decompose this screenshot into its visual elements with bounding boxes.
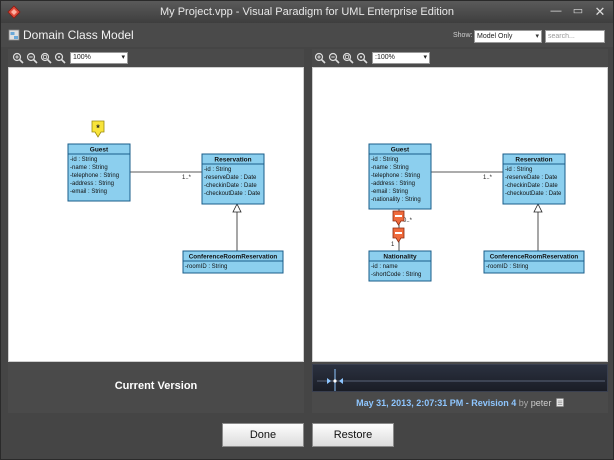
class-attribute: -roomID : String <box>185 264 227 270</box>
class-attribute: -id : String <box>204 167 231 173</box>
zoom-actual-icon[interactable] <box>356 52 368 64</box>
chevron-down-icon: ▾ <box>121 54 125 61</box>
zoom-toolbar-right: :100% ▾ <box>312 49 608 67</box>
diagram-canvas-right[interactable]: 1..* 0..* 1 Guest -id : String -name : S… <box>312 67 608 362</box>
multiplicity-label: 0..* <box>403 218 413 224</box>
zoom-fit-icon[interactable] <box>342 52 354 64</box>
revision-by-label: by <box>518 398 529 408</box>
class-attribute: -reserveDate : Date <box>505 175 558 181</box>
done-button[interactable]: Done <box>222 423 304 447</box>
current-version-footer: Current Version <box>8 362 304 413</box>
class-attribute: -id : String <box>505 167 532 173</box>
zoom-actual-icon[interactable] <box>54 52 66 64</box>
multiplicity-label: 1 <box>391 242 395 248</box>
class-conference-room-reservation[interactable]: ConferenceRoomReservation -roomID : Stri… <box>182 250 284 274</box>
change-marker-icon[interactable] <box>392 227 405 243</box>
dialog-header: Domain Class Model Show: Model Only ▾ <box>1 23 613 47</box>
class-attribute: -id : String <box>70 157 97 163</box>
class-name: ConferenceRoomReservation <box>490 254 579 261</box>
search-input[interactable] <box>545 30 605 43</box>
class-attribute: -id : name <box>371 264 398 270</box>
class-attribute: -reserveDate : Date <box>204 175 257 181</box>
class-attribute: -telephone : String <box>70 173 119 179</box>
generalization-arrow <box>232 203 242 213</box>
uml-diagram-left: 1..* Guest -id : String -name : String -… <box>67 120 284 274</box>
show-label: Show: <box>453 32 473 39</box>
revision-timeline[interactable] <box>312 364 608 392</box>
diagram-icon <box>8 29 20 41</box>
revision-footer: May 31, 2013, 2:07:31 PM - Revision 4 by… <box>312 362 608 413</box>
change-marker-icon[interactable]: * <box>91 120 105 138</box>
title-bar: My Project.vpp - Visual Paradigm for UML… <box>1 1 613 23</box>
timeline-track <box>317 369 605 391</box>
class-attribute: -address : String <box>371 181 415 187</box>
class-attribute: -id : String <box>371 157 398 163</box>
diagram-canvas-left[interactable]: 1..* Guest -id : String -name : String -… <box>8 67 304 362</box>
class-guest[interactable]: Guest -id : String -name : String -telep… <box>368 143 432 210</box>
multiplicity-label: 1..* <box>182 175 192 181</box>
class-reservation[interactable]: Reservation -id : String -reserveDate : … <box>502 153 566 205</box>
uml-diagram-right: 1..* 0..* 1 Guest -id : String -name : S… <box>368 143 585 282</box>
class-attribute: -address : String <box>70 181 114 187</box>
current-version-pane: 100% ▾ 1..* Guest -id : String -name : S… <box>8 49 304 413</box>
show-filter-value: Model Only <box>477 33 513 40</box>
class-attribute: -checkinDate : Date <box>204 183 257 189</box>
maximize-button[interactable]: ▭ <box>569 4 587 19</box>
zoom-select-left[interactable]: 100% ▾ <box>70 52 128 64</box>
zoom-in-icon[interactable] <box>12 52 24 64</box>
timeline-right-handle-icon[interactable] <box>339 378 343 384</box>
svg-text:*: * <box>96 123 100 133</box>
minimize-button[interactable]: — <box>547 4 565 19</box>
class-attribute: -email : String <box>70 189 107 195</box>
generalization-arrow <box>533 203 543 213</box>
chevron-down-icon: ▾ <box>535 33 539 40</box>
class-attribute: -email : String <box>371 189 408 195</box>
revision-info: May 31, 2013, 2:07:31 PM - Revision 4 by… <box>312 398 608 408</box>
class-name: Guest <box>90 147 109 154</box>
class-name: Guest <box>391 147 410 154</box>
class-attribute: -checkoutDate : Date <box>204 191 261 197</box>
chevron-down-icon: ▾ <box>423 54 427 61</box>
document-icon[interactable] <box>556 398 564 407</box>
app-window: My Project.vpp - Visual Paradigm for UML… <box>0 0 614 460</box>
class-attribute: -name : String <box>70 165 108 171</box>
class-attribute: -checkinDate : Date <box>505 183 558 189</box>
class-attribute: -roomID : String <box>486 264 528 270</box>
revision-date: May 31, 2013, 2:07:31 PM - Revision 4 <box>356 398 517 408</box>
zoom-toolbar-left: 100% ▾ <box>8 49 304 67</box>
close-button[interactable]: ✕ <box>591 4 609 19</box>
class-conference-room-reservation[interactable]: ConferenceRoomReservation -roomID : Stri… <box>483 250 585 274</box>
class-name: Reservation <box>214 157 251 164</box>
class-name: Nationality <box>383 254 417 261</box>
class-reservation[interactable]: Reservation -id : String -reserveDate : … <box>201 153 265 205</box>
class-attribute: -nationality : String <box>371 197 421 203</box>
zoom-out-icon[interactable] <box>26 52 38 64</box>
class-attribute: -shortCode : String <box>371 272 421 278</box>
page-title: Domain Class Model <box>23 28 134 42</box>
class-nationality[interactable]: Nationality -id : name -shortCode : Stri… <box>368 250 432 282</box>
timeline-left-handle-icon[interactable] <box>327 378 331 384</box>
visual-paradigm-icon <box>7 5 21 19</box>
zoom-value-left: 100% <box>73 54 91 61</box>
zoom-value-right: :100% <box>375 54 395 61</box>
revision-user: peter <box>530 398 552 408</box>
class-guest[interactable]: Guest -id : String -name : String -telep… <box>67 143 131 202</box>
zoom-select-right[interactable]: :100% ▾ <box>372 52 430 64</box>
class-attribute: -name : String <box>371 165 409 171</box>
class-name: ConferenceRoomReservation <box>189 254 278 261</box>
show-filter-select[interactable]: Model Only ▾ <box>474 30 542 43</box>
zoom-in-icon[interactable] <box>314 52 326 64</box>
zoom-fit-icon[interactable] <box>40 52 52 64</box>
class-attribute: -telephone : String <box>371 173 420 179</box>
revision-pane: :100% ▾ 1..* 0..* 1 Guest -id : String -… <box>312 49 608 413</box>
multiplicity-label: 1..* <box>483 175 493 181</box>
window-title: My Project.vpp - Visual Paradigm for UML… <box>159 6 455 18</box>
class-name: Reservation <box>515 157 552 164</box>
class-attribute: -checkoutDate : Date <box>505 191 562 197</box>
zoom-out-icon[interactable] <box>328 52 340 64</box>
restore-button[interactable]: Restore <box>312 423 394 447</box>
current-version-label: Current Version <box>114 380 198 392</box>
